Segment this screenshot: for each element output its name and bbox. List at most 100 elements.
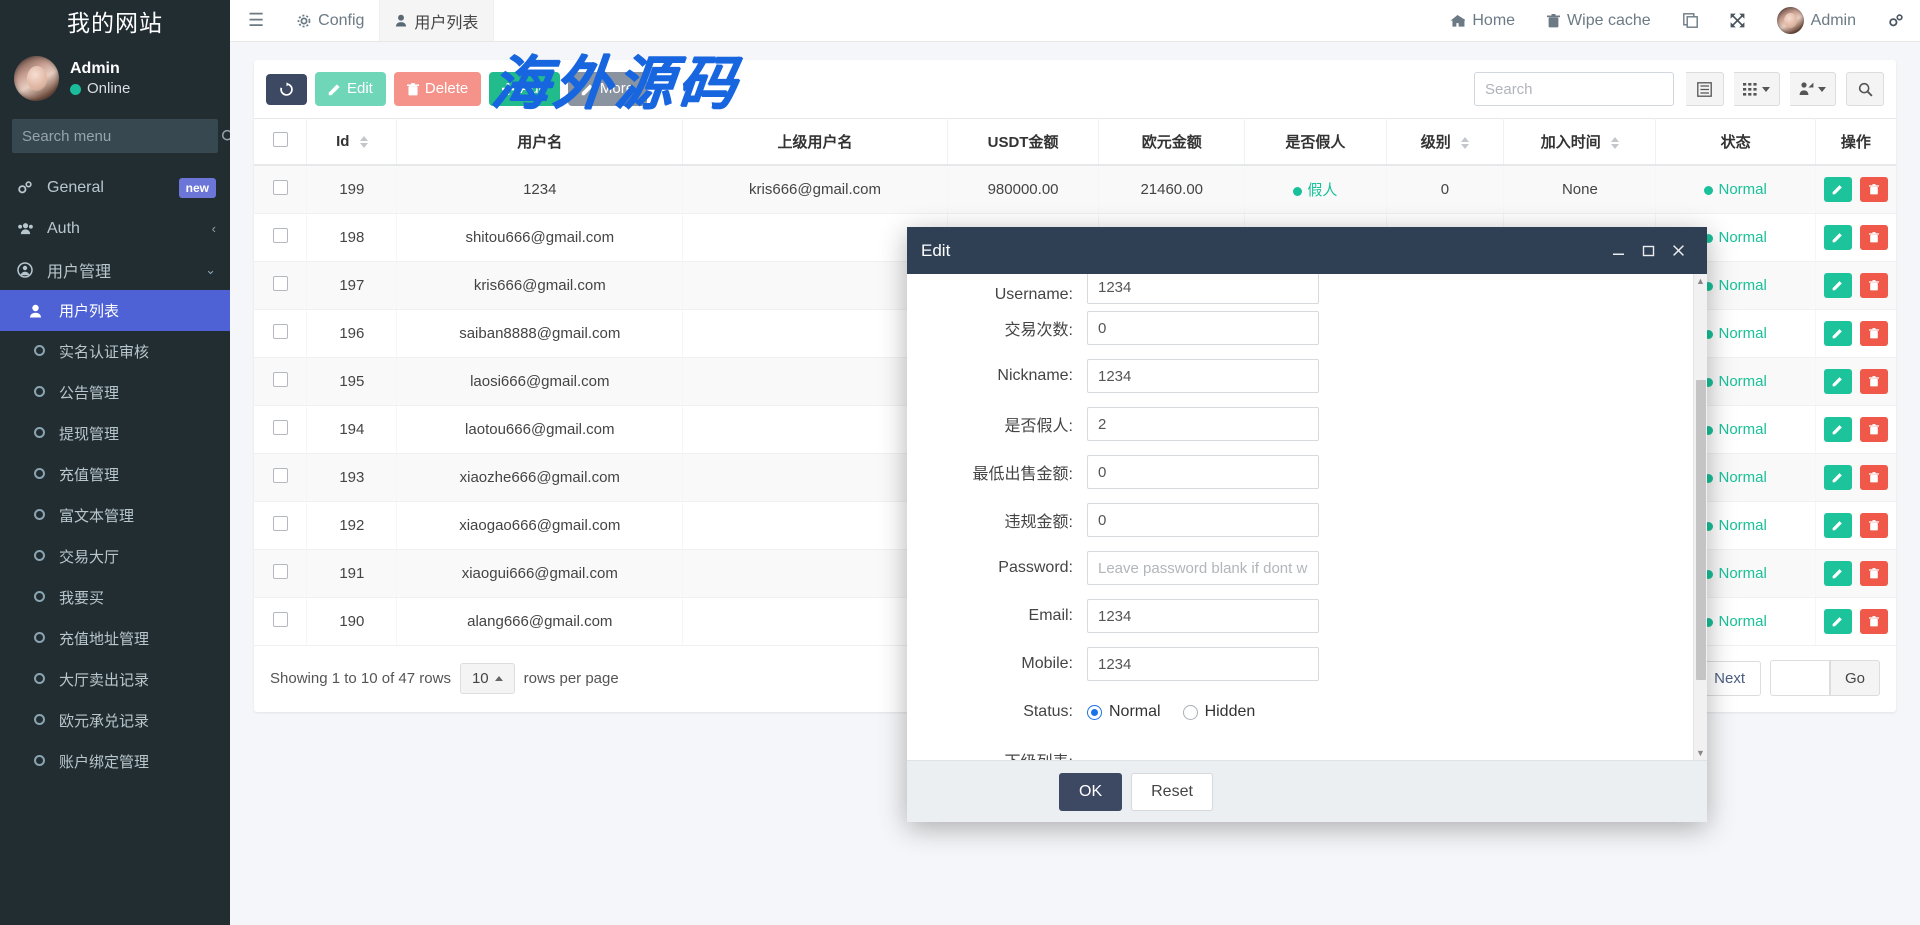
row-checkbox[interactable] [273,276,288,291]
status-option-normal[interactable]: Normal [1087,703,1161,721]
sidebar-item-buy[interactable]: 我要买 [0,577,230,618]
row-checkbox[interactable] [273,564,288,579]
edit-modal-header[interactable]: Edit [907,227,1707,274]
sidebar-item-recharge-address-link[interactable]: 充值地址管理 [0,618,230,659]
row-edit-button[interactable] [1824,369,1852,394]
status-option-hidden[interactable]: Hidden [1183,703,1256,721]
modal-scrollbar-track[interactable] [1694,288,1707,746]
row-edit-button[interactable] [1824,465,1852,490]
sidebar-item-withdraw-link[interactable]: 提现管理 [0,413,230,454]
column-join-time[interactable]: 加入时间 [1504,119,1656,166]
nav-home-button[interactable]: Home [1434,0,1531,41]
sidebar-item-recharge-address[interactable]: 充值地址管理 [0,618,230,659]
column-parent-username[interactable]: 上级用户名 [683,119,948,166]
sidebar-item-auth[interactable]: Auth ‹ [0,208,230,249]
sidebar-item-realname-audit[interactable]: 实名认证审核 [0,331,230,372]
sidebar-item-realname-audit-link[interactable]: 实名认证审核 [0,331,230,372]
column-username[interactable]: 用户名 [397,119,683,166]
field-username-input[interactable] [1087,274,1319,304]
sidebar-item-richtext[interactable]: 富文本管理 [0,495,230,536]
sidebar-item-buy-link[interactable]: 我要买 [0,577,230,618]
row-edit-button[interactable] [1824,321,1852,346]
sidebar-item-announcement[interactable]: 公告管理 [0,372,230,413]
nav-settings-button[interactable] [1872,0,1920,41]
add-button[interactable]: Add [489,72,560,106]
export-button[interactable] [1790,72,1836,106]
column-eur-amount[interactable]: 欧元金额 [1099,119,1245,166]
sidebar-item-withdraw[interactable]: 提现管理 [0,413,230,454]
row-edit-button[interactable] [1824,417,1852,442]
sidebar-item-recharge[interactable]: 充值管理 [0,454,230,495]
row-checkbox-cell[interactable] [254,406,307,454]
modal-scrollbar[interactable]: ▲ ▼ [1693,274,1707,760]
edit-button[interactable]: Edit [315,72,386,106]
scroll-up-icon[interactable]: ▲ [1694,274,1707,288]
field-violation-amount-input[interactable] [1087,503,1319,537]
sidebar-item-recharge-link[interactable]: 充值管理 [0,454,230,495]
row-delete-button[interactable] [1860,561,1888,586]
sidebar-item-eur-exchange-records-link[interactable]: 欧元承兑记录 [0,700,230,741]
sidebar-item-general-link[interactable]: General new [0,167,230,208]
row-delete-button[interactable] [1860,369,1888,394]
row-delete-button[interactable] [1860,465,1888,490]
field-email-input[interactable] [1087,599,1319,633]
row-edit-button[interactable] [1824,609,1852,634]
row-delete-button[interactable] [1860,609,1888,634]
sidebar-item-trade-hall[interactable]: 交易大厅 [0,536,230,577]
row-checkbox-cell[interactable] [254,598,307,646]
minimize-icon[interactable] [1603,236,1633,266]
nav-fullscreen-button[interactable] [1714,0,1761,41]
more-button[interactable]: More [568,72,647,106]
table-detail-view-button[interactable] [1686,72,1724,106]
row-checkbox[interactable] [273,372,288,387]
modal-scrollbar-thumb[interactable] [1696,380,1706,680]
row-checkbox[interactable] [273,468,288,483]
refresh-button[interactable] [266,74,307,105]
row-checkbox-cell[interactable] [254,165,307,214]
field-is-fake-input[interactable] [1087,407,1319,441]
sidebar-item-account-binding[interactable]: 账户绑定管理 [0,741,230,782]
search-icon[interactable] [221,129,230,144]
table-row[interactable]: 199 1234 kris666@gmail.com 980000.00 214… [254,165,1896,214]
sidebar-item-trade-hall-link[interactable]: 交易大厅 [0,536,230,577]
tab-config[interactable]: Config [282,0,380,41]
radio-normal-icon[interactable] [1087,705,1102,720]
row-delete-button[interactable] [1860,417,1888,442]
row-checkbox[interactable] [273,180,288,195]
sidebar-item-user-management[interactable]: 用户管理 ⌄ [0,249,230,290]
sidebar-item-richtext-link[interactable]: 富文本管理 [0,495,230,536]
field-trade-count-input[interactable] [1087,311,1319,345]
row-checkbox-cell[interactable] [254,454,307,502]
row-checkbox[interactable] [273,516,288,531]
search-menu-input[interactable] [22,128,221,145]
rows-per-page-select[interactable]: 10 [460,663,515,694]
sidebar-item-user-list[interactable]: 用户列表 [0,290,230,331]
sidebar-item-hall-sell-records[interactable]: 大厅卖出记录 [0,659,230,700]
sidebar-item-eur-exchange-records[interactable]: 欧元承兑记录 [0,700,230,741]
row-checkbox-cell[interactable] [254,550,307,598]
sidebar-item-user-management-link[interactable]: 用户管理 ⌄ [0,249,230,290]
sort-icon[interactable] [1611,137,1619,149]
pagination-next[interactable]: Next [1698,661,1761,696]
delete-button[interactable]: Delete [394,72,481,106]
row-checkbox[interactable] [273,612,288,627]
row-delete-button[interactable] [1860,225,1888,250]
row-checkbox-cell[interactable] [254,262,307,310]
field-password-input[interactable] [1087,551,1319,585]
nav-wipe-cache-button[interactable]: Wipe cache [1531,0,1667,41]
sidebar-item-auth-link[interactable]: Auth ‹ [0,208,230,249]
column-level[interactable]: 级别 [1386,119,1504,166]
row-checkbox[interactable] [273,420,288,435]
nav-user-menu[interactable]: Admin [1761,0,1872,41]
row-delete-button[interactable] [1860,273,1888,298]
scroll-down-icon[interactable]: ▼ [1694,746,1707,760]
row-edit-button[interactable] [1824,225,1852,250]
row-checkbox[interactable] [273,324,288,339]
column-id[interactable]: Id [307,119,397,166]
search-input[interactable] [1474,72,1674,106]
column-usdt-amount[interactable]: USDT金额 [947,119,1098,166]
sort-icon[interactable] [1461,137,1469,149]
row-edit-button[interactable] [1824,513,1852,538]
row-edit-button[interactable] [1824,177,1852,202]
row-checkbox-cell[interactable] [254,310,307,358]
